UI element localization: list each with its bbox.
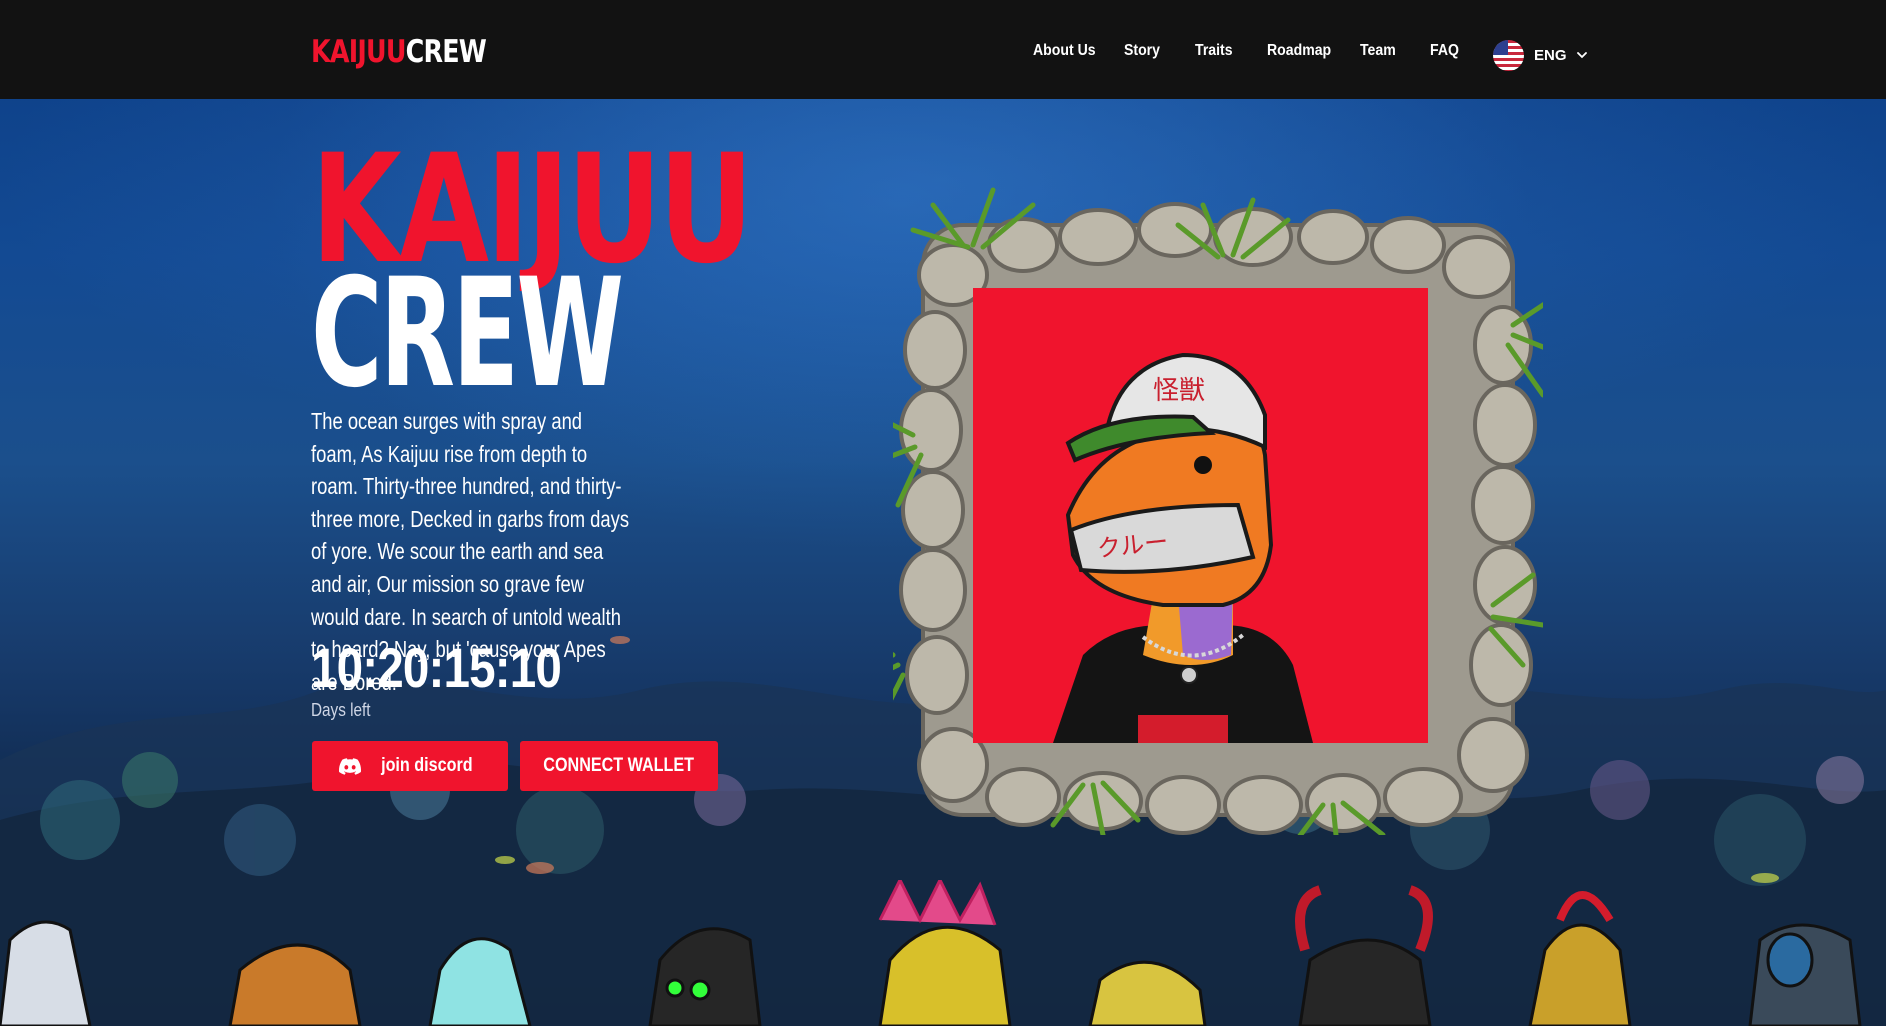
hero-title-red: KAIJUU: [311, 123, 754, 297]
connect-wallet-button[interactable]: CONNECT WALLET: [520, 741, 718, 791]
chevron-down-icon: [1576, 52, 1587, 59]
logo-text-red: KAIJUU: [311, 34, 406, 70]
top-navigation-bar: KAIJUUCREW About Us Story Traits Roadmap…: [0, 0, 1886, 99]
site-logo[interactable]: KAIJUUCREW: [311, 34, 487, 70]
language-label: ENG: [1534, 46, 1567, 64]
discord-icon: [339, 757, 362, 775]
nav-link-traits[interactable]: Traits: [1195, 42, 1233, 60]
join-discord-button[interactable]: join discord: [312, 741, 508, 791]
nav-link-roadmap[interactable]: Roadmap: [1267, 42, 1331, 60]
logo-text-white: CREW: [405, 34, 487, 70]
hero-title-white: CREW: [311, 247, 624, 421]
kaijuu-portrait-frame: クルー 怪獣: [893, 187, 1543, 835]
kaijuu-character-lineup: [0, 880, 1862, 1026]
nav-link-faq[interactable]: FAQ: [1430, 42, 1459, 60]
crowd-heads: [0, 880, 1862, 1026]
connect-wallet-label: CONNECT WALLET: [543, 755, 695, 776]
language-selector[interactable]: ENG: [1493, 38, 1587, 72]
nav-link-story[interactable]: Story: [1124, 42, 1160, 60]
join-discord-label: join discord: [381, 755, 473, 776]
svg-text:怪獣: 怪獣: [1153, 376, 1205, 406]
nav-link-about-us[interactable]: About Us: [1033, 42, 1096, 60]
us-flag-icon: [1493, 39, 1524, 71]
nav-link-team[interactable]: Team: [1360, 42, 1396, 60]
countdown-label: Days left: [311, 700, 371, 720]
hero-title: KAIJUU CREW: [311, 135, 875, 409]
countdown-timer: 10:20:15:10: [311, 636, 562, 699]
